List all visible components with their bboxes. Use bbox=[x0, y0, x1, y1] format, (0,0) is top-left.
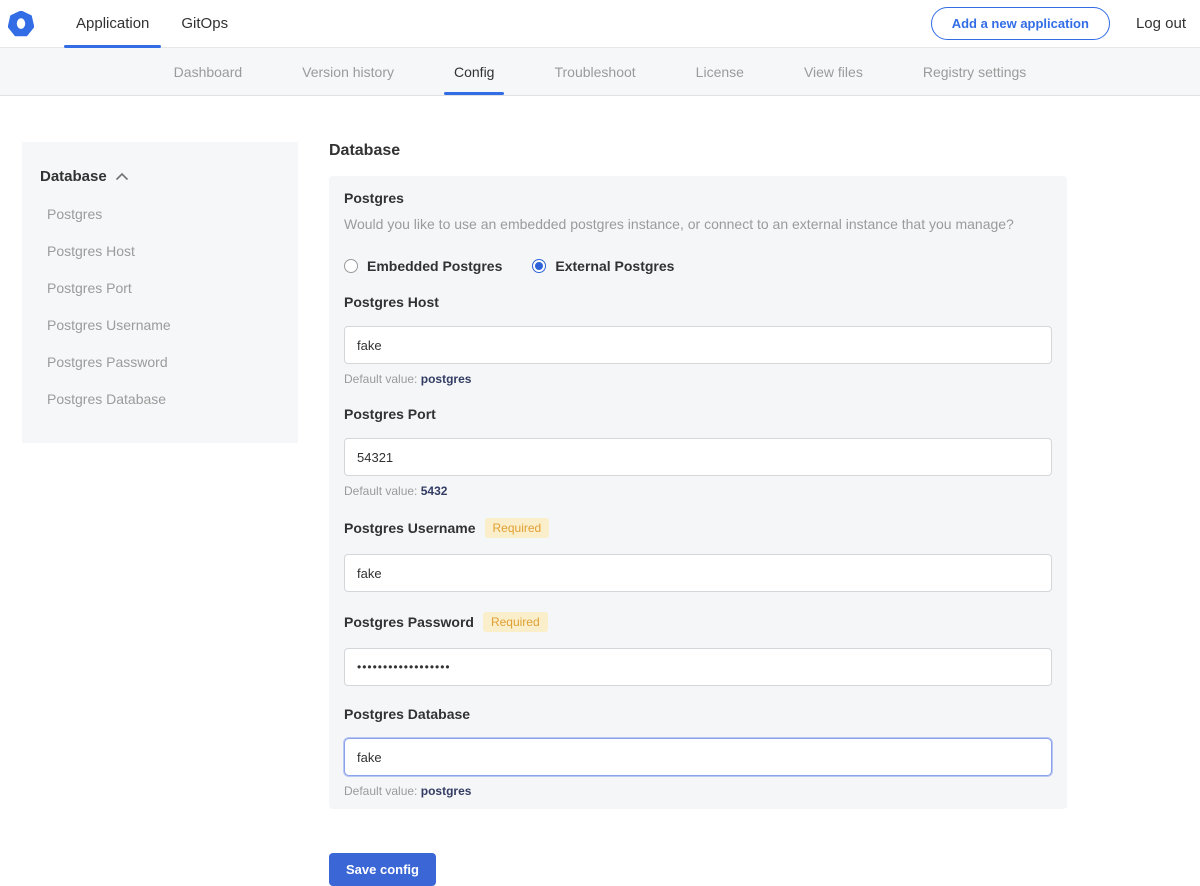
postgres-port-input[interactable] bbox=[344, 438, 1052, 476]
radio-external-postgres[interactable]: External Postgres bbox=[532, 258, 674, 274]
default-value-text: postgres bbox=[421, 372, 472, 386]
radio-unchecked-icon bbox=[344, 259, 358, 273]
add-application-button[interactable]: Add a new application bbox=[931, 7, 1110, 40]
postgres-group-description: Would you like to use an embedded postgr… bbox=[344, 216, 1052, 232]
radio-checked-icon bbox=[532, 259, 546, 273]
postgres-host-input[interactable] bbox=[344, 326, 1052, 364]
subnav-registry-settings[interactable]: Registry settings bbox=[909, 48, 1040, 95]
subnav-config[interactable]: Config bbox=[440, 48, 508, 95]
sidebar-item-postgres-username[interactable]: Postgres Username bbox=[40, 306, 280, 343]
app-sub-nav: Dashboard Version history Config Trouble… bbox=[0, 48, 1200, 96]
postgres-group-label: Postgres bbox=[344, 190, 1052, 206]
postgres-database-label: Postgres Database bbox=[344, 706, 1052, 722]
save-config-button[interactable]: Save config bbox=[329, 853, 436, 886]
postgres-host-default-help: Default value: postgres bbox=[344, 372, 1052, 386]
app-tabs: Application GitOps bbox=[64, 0, 248, 47]
header-right: Add a new application Log out bbox=[931, 0, 1200, 47]
field-postgres-username: Postgres Username Required bbox=[344, 518, 1052, 592]
field-postgres-port: Postgres Port Default value: 5432 bbox=[344, 406, 1052, 498]
default-value-label: Default value: bbox=[344, 484, 417, 498]
subnav-view-files[interactable]: View files bbox=[790, 48, 877, 95]
sidebar-item-postgres-password[interactable]: Postgres Password bbox=[40, 343, 280, 380]
postgres-database-default-help: Default value: postgres bbox=[344, 784, 1052, 798]
radio-embedded-postgres-label: Embedded Postgres bbox=[367, 258, 502, 274]
sidebar-item-postgres-port[interactable]: Postgres Port bbox=[40, 269, 280, 306]
default-value-text: 5432 bbox=[421, 484, 448, 498]
postgres-host-label: Postgres Host bbox=[344, 294, 1052, 310]
postgres-username-label: Postgres Username Required bbox=[344, 518, 1052, 538]
page-title: Database bbox=[329, 142, 1067, 160]
sidebar-group-database[interactable]: Database bbox=[40, 168, 280, 185]
radio-embedded-postgres[interactable]: Embedded Postgres bbox=[344, 258, 502, 274]
config-sidebar: Database Postgres Postgres Host Postgres… bbox=[22, 142, 298, 443]
tab-gitops[interactable]: GitOps bbox=[169, 0, 240, 47]
postgres-password-label-text: Postgres Password bbox=[344, 614, 474, 630]
sidebar-item-postgres[interactable]: Postgres bbox=[40, 195, 280, 232]
tab-application[interactable]: Application bbox=[64, 0, 161, 47]
default-value-label: Default value: bbox=[344, 784, 417, 798]
sidebar-group-database-label: Database bbox=[40, 168, 107, 185]
postgres-username-label-text: Postgres Username bbox=[344, 520, 476, 536]
kots-logo-icon bbox=[8, 11, 34, 37]
postgres-password-label: Postgres Password Required bbox=[344, 612, 1052, 632]
tab-application-label: Application bbox=[76, 15, 149, 32]
required-badge: Required bbox=[483, 612, 548, 632]
field-postgres-host: Postgres Host Default value: postgres bbox=[344, 294, 1052, 386]
postgres-radio-group: Embedded Postgres External Postgres bbox=[344, 258, 1052, 274]
postgres-port-default-help: Default value: 5432 bbox=[344, 484, 1052, 498]
subnav-dashboard[interactable]: Dashboard bbox=[160, 48, 257, 95]
radio-external-postgres-label: External Postgres bbox=[555, 258, 674, 274]
field-postgres-password: Postgres Password Required bbox=[344, 612, 1052, 686]
subnav-troubleshoot[interactable]: Troubleshoot bbox=[540, 48, 649, 95]
database-config-panel: Postgres Would you like to use an embedd… bbox=[329, 176, 1067, 809]
subnav-version-history[interactable]: Version history bbox=[288, 48, 408, 95]
chevron-up-icon bbox=[115, 172, 129, 181]
top-header: Application GitOps Add a new application… bbox=[0, 0, 1200, 48]
content-area: Database Postgres Postgres Host Postgres… bbox=[0, 96, 1200, 886]
postgres-port-label: Postgres Port bbox=[344, 406, 1052, 422]
logout-button[interactable]: Log out bbox=[1136, 15, 1186, 32]
sidebar-item-postgres-database[interactable]: Postgres Database bbox=[40, 380, 280, 417]
postgres-database-input[interactable] bbox=[344, 738, 1052, 776]
config-main: Database Postgres Would you like to use … bbox=[329, 142, 1067, 886]
field-postgres-database: Postgres Database Default value: postgre… bbox=[344, 706, 1052, 798]
sidebar-items: Postgres Postgres Host Postgres Port Pos… bbox=[40, 195, 280, 417]
postgres-username-input[interactable] bbox=[344, 554, 1052, 592]
tab-gitops-label: GitOps bbox=[181, 15, 228, 32]
default-value-text: postgres bbox=[421, 784, 472, 798]
app-logo[interactable] bbox=[8, 0, 34, 47]
sidebar-item-postgres-host[interactable]: Postgres Host bbox=[40, 232, 280, 269]
postgres-password-input[interactable] bbox=[344, 648, 1052, 686]
default-value-label: Default value: bbox=[344, 372, 417, 386]
required-badge: Required bbox=[485, 518, 550, 538]
subnav-license[interactable]: License bbox=[682, 48, 758, 95]
